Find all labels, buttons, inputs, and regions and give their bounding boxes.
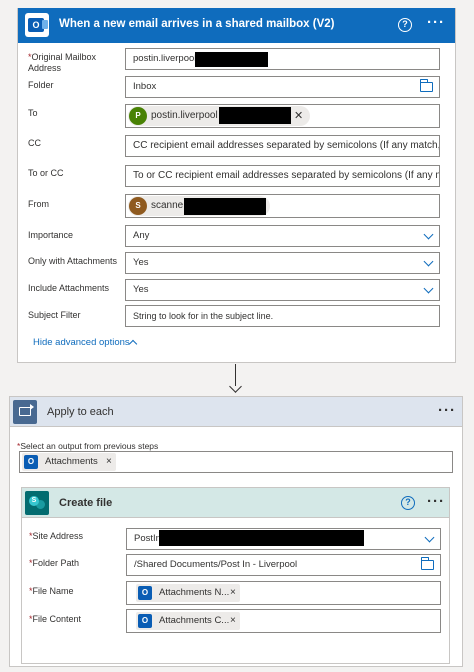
redaction-block [184,198,266,215]
apply-to-each-title: Apply to each [47,406,114,418]
include-attachments-value: Yes [133,284,149,295]
attachments-chip-text: Attachments [45,456,98,467]
select-output-field[interactable]: O Attachments × [19,451,453,473]
remove-chip-icon[interactable]: × [230,612,236,630]
chevron-down-icon[interactable] [423,229,434,240]
outlook-icon: O [24,455,38,469]
attachments-content-chip[interactable]: O Attachments C... × [136,612,240,630]
from-label: From [28,199,49,209]
site-address-label-text: Site Address [32,531,84,541]
remove-chip-icon[interactable]: × [106,453,112,471]
folder-field[interactable]: Inbox [125,76,440,98]
help-icon[interactable]: ? [401,496,415,510]
file-name-label-text: File Name [32,586,74,596]
chevron-down-icon[interactable] [424,532,435,543]
trigger-title: When a new email arrives in a shared mai… [59,18,335,30]
folder-path-field[interactable]: /Shared Documents/Post In - Liverpool [126,554,441,576]
site-address-label: *Site Address [29,531,83,542]
include-attachments-dropdown[interactable]: Yes [125,279,440,301]
file-content-chip-text: Attachments C... [159,615,230,626]
subject-filter-placeholder: String to look for in the subject line. [133,311,274,321]
file-name-label: *File Name [29,586,74,597]
attachments-name-chip[interactable]: O Attachments N... × [136,584,240,602]
importance-value: Any [133,230,150,241]
create-file-header[interactable]: S Create file ? ··· [22,488,449,518]
outlook-icon: O [138,614,152,628]
apply-to-each-header[interactable]: Apply to each ··· [10,397,462,427]
from-token-text: scanne [151,200,184,211]
file-content-label: *File Content [29,614,81,625]
importance-label: Importance [28,230,74,240]
mailbox-field[interactable]: postin.liverpool [125,48,440,70]
chevron-down-icon[interactable] [423,256,434,267]
to-or-cc-field[interactable]: To or CC recipient email addresses separ… [125,165,440,187]
site-address-value: PostIn [134,533,161,544]
redaction-block [159,530,364,546]
outlook-icon: O [138,586,152,600]
outlook-icon: O [28,18,48,32]
redaction-block [195,52,268,67]
to-or-cc-label: To or CC [28,168,64,178]
remove-chip-icon[interactable]: × [230,584,236,602]
help-icon[interactable]: ? [398,18,412,32]
to-or-cc-placeholder: To or CC recipient email addresses separ… [133,170,440,181]
apply-to-each-card: Apply to each ··· *Select an output from… [9,396,463,667]
create-file-card: S Create file ? ··· *Site Address PostIn… [21,487,450,664]
to-token-text: postin.liverpool [151,110,218,121]
avatar: P [129,107,147,125]
only-attachments-dropdown[interactable]: Yes [125,252,440,274]
attachments-chip[interactable]: O Attachments × [22,453,116,471]
only-attachments-value: Yes [133,257,149,268]
trigger-card: O When a new email arrives in a shared m… [17,8,456,363]
folder-icon[interactable] [421,557,434,570]
loop-icon [19,404,34,416]
from-field[interactable]: S scanne ✕ [125,194,440,218]
cc-placeholder: CC recipient email addresses separated b… [133,140,440,151]
cc-field[interactable]: CC recipient email addresses separated b… [125,135,440,157]
more-options-icon[interactable]: ··· [427,15,445,30]
file-name-chip-text: Attachments N... [159,587,230,598]
trigger-header[interactable]: O When a new email arrives in a shared m… [18,8,455,43]
folder-label: Folder [28,80,54,90]
chevron-down-icon[interactable] [423,283,434,294]
loop-logo [13,400,37,424]
select-output-label-text: Select an output from previous steps [20,441,159,451]
cc-label: CC [28,138,41,148]
folder-path-label-text: Folder Path [32,558,80,568]
chevron-up-icon[interactable] [128,339,138,349]
mailbox-value: postin.liverpool [133,53,197,64]
importance-dropdown[interactable]: Any [125,225,440,247]
mailbox-label-text: Original Mailbox Address [28,52,97,73]
subject-filter-label: Subject Filter [28,310,81,320]
avatar: S [129,197,147,215]
more-options-icon[interactable]: ··· [438,403,456,418]
folder-path-label: *Folder Path [29,558,79,569]
to-label: To [28,108,38,118]
create-file-title: Create file [59,497,113,509]
include-attachments-label: Include Attachments [28,283,110,293]
redaction-block [219,107,291,124]
sharepoint-logo: S [25,491,49,515]
sharepoint-icon: S [29,496,39,506]
outlook-logo: O [25,13,49,37]
file-content-field[interactable]: O Attachments C... × [126,609,441,633]
folder-path-value: /Shared Documents/Post In - Liverpool [134,559,298,570]
file-content-label-text: File Content [32,614,82,624]
arrow-down-icon [229,380,242,393]
folder-value: Inbox [133,81,157,92]
subject-filter-field[interactable]: String to look for in the subject line. [125,305,440,327]
more-options-icon[interactable]: ··· [427,494,445,509]
hide-advanced-options-link[interactable]: Hide advanced options [33,337,130,348]
mailbox-label: *Original Mailbox Address [28,52,114,74]
remove-token-icon[interactable]: ✕ [294,106,303,126]
only-attachments-label: Only with Attachments [28,256,118,266]
folder-icon[interactable] [420,79,433,92]
file-name-field[interactable]: O Attachments N... × [126,581,441,605]
